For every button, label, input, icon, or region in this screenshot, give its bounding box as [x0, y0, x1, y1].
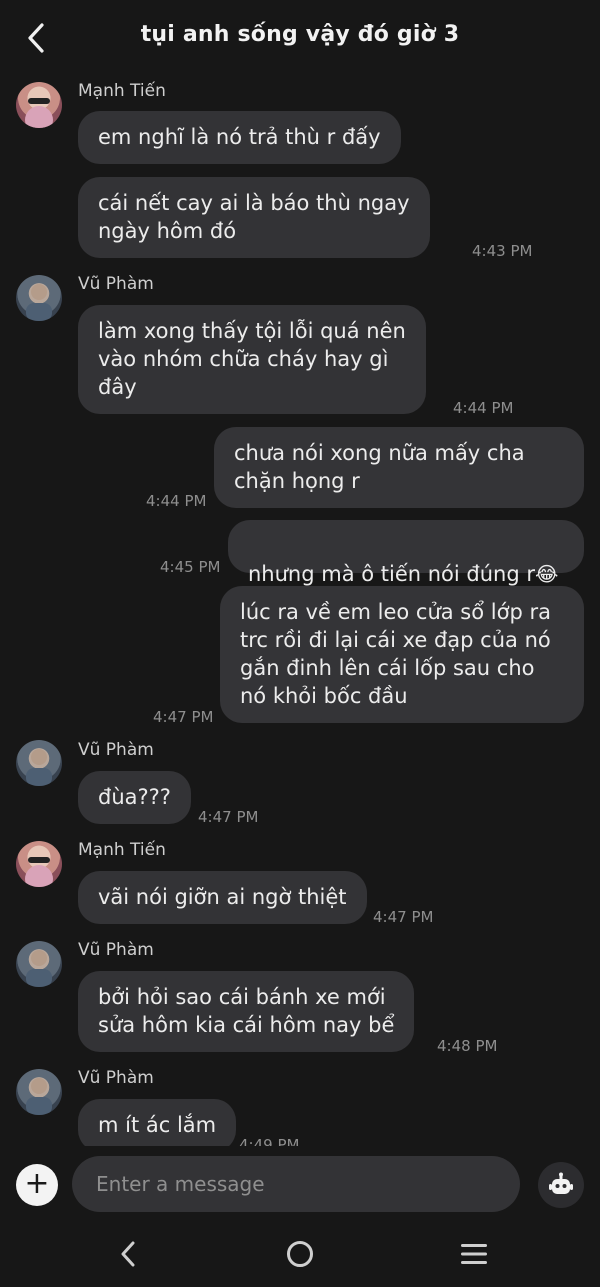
message-composer: + [0, 1146, 600, 1222]
message-bubble-outgoing[interactable]: lúc ra về em leo cửa sổ lớp ra trc rồi đ… [220, 586, 584, 723]
add-attachment-button[interactable]: + [16, 1164, 58, 1206]
laughing-emoji-icon: 😂 [535, 562, 559, 586]
nav-back-icon [121, 1241, 135, 1267]
avatar-vu-pham[interactable] [16, 740, 62, 786]
message-bubble[interactable]: làm xong thấy tội lỗi quá nên vào nhóm c… [78, 305, 426, 414]
sender-name: Vũ Phàm [78, 274, 154, 294]
bot-button[interactable] [538, 1162, 584, 1208]
message-bubble[interactable]: m ít ác lắm [78, 1099, 237, 1146]
robot-icon [549, 1172, 573, 1194]
message-time: 4:44 PM [453, 399, 514, 417]
nav-back-button[interactable] [106, 1234, 150, 1274]
avatar-vu-pham[interactable] [16, 1069, 62, 1115]
message-time: 4:45 PM [160, 558, 221, 576]
message-time: 4:44 PM [146, 492, 207, 510]
message-time: 4:48 PM [437, 1037, 498, 1055]
message-time: 4:47 PM [153, 708, 214, 726]
chat-header: tụi anh sống vậy đó giờ 3 [0, 0, 600, 76]
avatar-vu-pham[interactable] [16, 275, 62, 321]
message-list[interactable]: Mạnh Tiến em nghĩ là nó trả thù r đấy cá… [0, 76, 600, 1146]
nav-menu-icon [461, 1244, 487, 1264]
system-navigation-bar [0, 1222, 600, 1287]
sender-name: Mạnh Tiến [78, 81, 166, 101]
message-bubble[interactable]: đùa??? [78, 771, 191, 824]
avatar-vu-pham[interactable] [16, 941, 62, 987]
nav-menu-button[interactable] [452, 1234, 496, 1274]
sender-name: Mạnh Tiến [78, 840, 166, 860]
chat-title: tụi anh sống vậy đó giờ 3 [140, 22, 460, 47]
message-bubble[interactable]: cái nết cay ai là báo thù ngay ngày hôm … [78, 177, 430, 258]
message-time: 4:47 PM [373, 908, 434, 926]
avatar-manh-tien[interactable] [16, 841, 62, 887]
message-bubble[interactable]: em nghĩ là nó trả thù r đấy [78, 111, 401, 164]
nav-home-icon [287, 1241, 313, 1267]
message-time: 4:49 PM [239, 1136, 300, 1146]
message-input[interactable] [72, 1156, 520, 1212]
sender-name: Vũ Phàm [78, 1068, 154, 1088]
message-bubble[interactable]: vãi nói giỡn ai ngờ thiệt [78, 871, 367, 924]
sender-name: Vũ Phàm [78, 940, 154, 960]
message-text: nhưng mà ô tiến nói đúng r [248, 562, 535, 586]
message-bubble-outgoing[interactable]: chưa nói xong nữa mấy cha chặn họng r [214, 427, 584, 508]
sender-name: Vũ Phàm [78, 740, 154, 760]
message-bubble[interactable]: bởi hỏi sao cái bánh xe mới sửa hôm kia … [78, 971, 415, 1052]
plus-icon: + [24, 1166, 50, 1201]
message-time: 4:43 PM [472, 242, 533, 260]
message-bubble-outgoing[interactable]: nhưng mà ô tiến nói đúng r😂 [228, 520, 584, 586]
nav-home-button[interactable] [278, 1234, 322, 1274]
message-time: 4:47 PM [198, 808, 259, 826]
avatar-manh-tien[interactable] [16, 82, 62, 128]
